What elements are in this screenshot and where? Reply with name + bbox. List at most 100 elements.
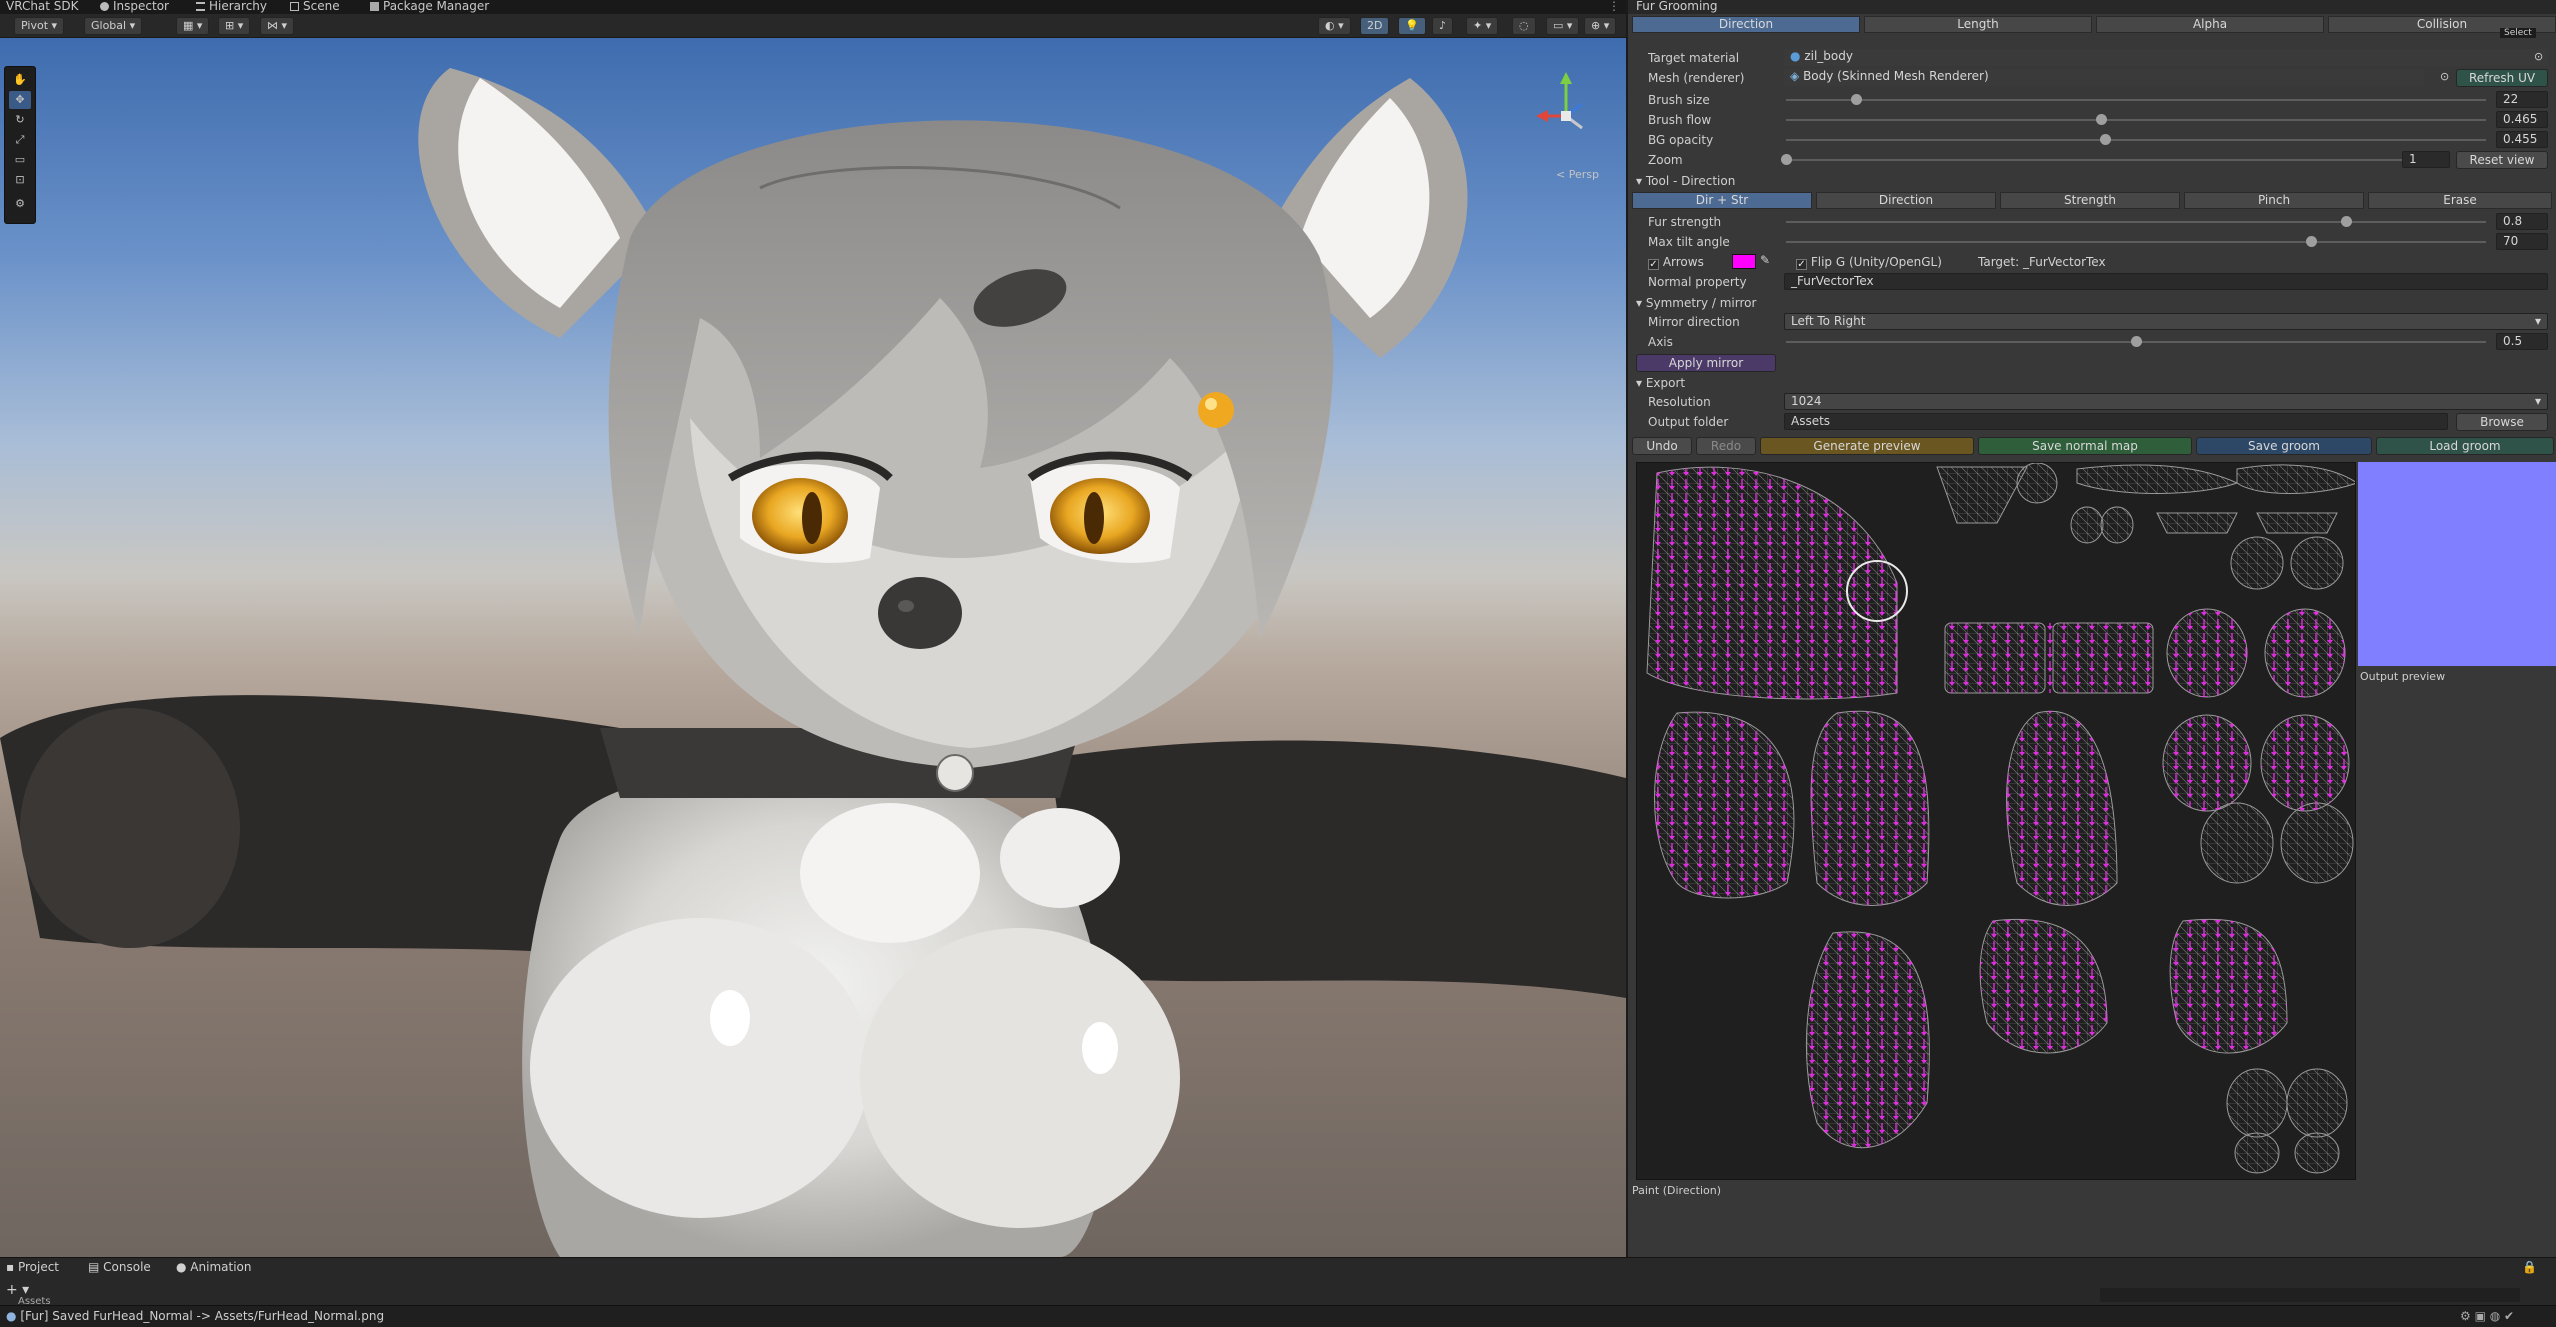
- bg-opacity-slider[interactable]: [1786, 139, 2486, 141]
- max-tilt-value[interactable]: 70: [2496, 233, 2548, 250]
- dock-menu-icon[interactable]: ⋮: [1608, 0, 1620, 14]
- apply-mirror-button[interactable]: Apply mirror: [1636, 354, 1776, 372]
- panel-title[interactable]: Fur Grooming: [1628, 0, 2556, 14]
- status-message[interactable]: [Fur] Saved FurHead_Normal -> Assets/Fur…: [20, 1309, 384, 1323]
- generate-preview-button[interactable]: Generate preview: [1760, 437, 1974, 455]
- brush-flow-value[interactable]: 0.465: [2496, 111, 2548, 128]
- tool-tab-strength[interactable]: Strength: [2000, 192, 2180, 209]
- mode-2d-toggle[interactable]: 2D: [1360, 17, 1390, 35]
- max-tilt-knob[interactable]: [2306, 236, 2317, 247]
- audio-toggle[interactable]: ♪: [1432, 17, 1454, 35]
- snap-increment-dropdown[interactable]: ⊞ ▾: [218, 17, 251, 35]
- tab-console[interactable]: ▤ Console: [88, 1260, 151, 1274]
- reset-view-button[interactable]: Reset view: [2456, 151, 2548, 169]
- lock-icon[interactable]: 🔒: [2522, 1260, 2537, 1274]
- zoom-value[interactable]: 1: [2402, 151, 2450, 168]
- save-normal-map-button[interactable]: Save normal map: [1978, 437, 2192, 455]
- dock-tab-vrchat-sdk[interactable]: VRChat SDK: [6, 0, 79, 14]
- scale-tool-icon[interactable]: ⤢: [9, 131, 31, 149]
- axis-knob[interactable]: [2131, 336, 2142, 347]
- dock-tab-scene[interactable]: Scene: [290, 0, 340, 14]
- object-picker-icon[interactable]: ⊙: [2534, 50, 2543, 63]
- refresh-uv-button[interactable]: Refresh UV: [2456, 69, 2548, 87]
- dock-tab-package-manager[interactable]: Package Manager: [370, 0, 489, 14]
- status-icons[interactable]: ⚙ ▣ ◍ ✔: [2460, 1306, 2514, 1326]
- tab-alpha[interactable]: Alpha: [2096, 16, 2324, 33]
- redo-button[interactable]: Redo: [1696, 437, 1756, 455]
- global-dropdown[interactable]: Global ▾: [84, 17, 143, 35]
- pivot-dropdown[interactable]: Pivot ▾: [14, 17, 65, 35]
- grid-snap-dropdown[interactable]: ▦ ▾: [176, 17, 210, 35]
- hand-tool-icon[interactable]: ✋: [9, 71, 31, 89]
- brush-size-knob[interactable]: [1851, 94, 1862, 105]
- rotate-tool-icon[interactable]: ↻: [9, 111, 31, 129]
- normal-property-label: Normal property: [1648, 275, 1747, 289]
- bg-opacity-value[interactable]: 0.455: [2496, 131, 2548, 148]
- brush-size-slider[interactable]: [1786, 99, 2486, 101]
- arrows-checkbox[interactable]: ✓: [1648, 259, 1659, 270]
- select-button[interactable]: Select: [2500, 28, 2536, 38]
- tool-tab-direction[interactable]: Direction: [1816, 192, 1996, 209]
- tab-animation[interactable]: ● Animation: [176, 1260, 251, 1274]
- asset-search-input[interactable]: [2100, 1288, 2520, 1302]
- uv-paint-canvas[interactable]: [1636, 462, 2356, 1180]
- max-tilt-slider[interactable]: [1786, 241, 2486, 243]
- bg-opacity-row: BG opacity 0.455: [1628, 130, 2556, 150]
- scene-viewport[interactable]: ✋ ✥ ↻ ⤢ ▭ ⊡ ⚙ < Persp: [0, 38, 1626, 1257]
- effects-dropdown[interactable]: ✦ ▾: [1466, 17, 1499, 35]
- fur-strength-slider[interactable]: [1786, 221, 2486, 223]
- undo-button[interactable]: Undo: [1632, 437, 1692, 455]
- brush-flow-slider[interactable]: [1786, 119, 2486, 121]
- tab-project[interactable]: ▪ Project: [6, 1260, 59, 1274]
- tab-length[interactable]: Length: [1864, 16, 2092, 33]
- brush-size-row: Brush size 22: [1628, 90, 2556, 110]
- flip-g-checkbox[interactable]: ✓: [1796, 259, 1807, 270]
- dock-tab-inspector[interactable]: Inspector: [100, 0, 169, 14]
- browse-button[interactable]: Browse: [2456, 413, 2548, 431]
- hidden-objects-toggle[interactable]: ◌: [1512, 17, 1536, 35]
- projection-label[interactable]: < Persp: [1556, 168, 1599, 181]
- tool-tab-dir-str[interactable]: Dir + Str: [1632, 192, 1812, 209]
- orientation-gizmo[interactable]: [1524, 66, 1608, 162]
- tool-section-header[interactable]: ▾ Tool - Direction: [1636, 174, 1735, 188]
- tab-direction[interactable]: Direction: [1632, 16, 1860, 33]
- target-material-field[interactable]: ● zil_body: [1784, 49, 2548, 66]
- tool-tab-erase[interactable]: Erase: [2368, 192, 2552, 209]
- bg-opacity-knob[interactable]: [2099, 134, 2111, 145]
- export-section-header[interactable]: ▾ Export: [1636, 376, 1685, 390]
- gizmos-dropdown[interactable]: ⊕ ▾: [1584, 17, 1617, 35]
- brush-flow-knob[interactable]: [2096, 114, 2107, 125]
- max-tilt-label: Max tilt angle: [1648, 235, 1730, 249]
- flip-g-toggle[interactable]: ✓ Flip G (Unity/OpenGL): [1796, 255, 1942, 270]
- tool-tabs: Dir + Str Direction Strength Pinch Erase: [1632, 192, 2556, 210]
- output-folder-row: Output folder Assets Browse: [1628, 412, 2556, 432]
- fur-strength-value[interactable]: 0.8: [2496, 213, 2548, 230]
- mesh-field[interactable]: ◈ Body (Skinned Mesh Renderer): [1784, 69, 2424, 86]
- tool-tab-pinch[interactable]: Pinch: [2184, 192, 2364, 209]
- axis-value[interactable]: 0.5: [2496, 333, 2548, 350]
- camera-settings-dropdown[interactable]: ▭ ▾: [1546, 17, 1580, 35]
- zoom-slider[interactable]: [1786, 159, 2406, 161]
- zoom-knob[interactable]: [1781, 154, 1792, 165]
- mirror-direction-dropdown[interactable]: Left To Right ▾: [1784, 313, 2548, 330]
- dock-tab-hierarchy[interactable]: Hierarchy: [196, 0, 267, 14]
- save-groom-button[interactable]: Save groom: [2196, 437, 2372, 455]
- eyedropper-icon[interactable]: ✎: [1760, 253, 1770, 267]
- load-groom-button[interactable]: Load groom: [2376, 437, 2554, 455]
- rect-tool-icon[interactable]: ▭: [9, 151, 31, 169]
- transform-tool-icon[interactable]: ⊡: [9, 171, 31, 189]
- fur-strength-knob[interactable]: [2341, 216, 2352, 227]
- arrow-color-swatch[interactable]: [1732, 254, 1756, 269]
- normal-property-input[interactable]: _FurVectorTex: [1784, 273, 2548, 290]
- move-tool-icon[interactable]: ✥: [9, 91, 31, 109]
- output-folder-input[interactable]: Assets: [1784, 413, 2448, 430]
- custom-tool-icon[interactable]: ⚙: [9, 195, 31, 213]
- shading-mode-dropdown[interactable]: ◐ ▾: [1318, 17, 1351, 35]
- arrows-toggle[interactable]: ✓ Arrows: [1648, 255, 1704, 270]
- scene-overlay-dropdown[interactable]: ⋈ ▾: [260, 17, 295, 35]
- mesh-picker-icon[interactable]: ⊙: [2440, 70, 2449, 83]
- lighting-toggle[interactable]: 💡: [1398, 17, 1426, 35]
- brush-size-value[interactable]: 22: [2496, 91, 2548, 108]
- resolution-dropdown[interactable]: 1024 ▾: [1784, 393, 2548, 410]
- symmetry-section-header[interactable]: ▾ Symmetry / mirror: [1636, 296, 1756, 310]
